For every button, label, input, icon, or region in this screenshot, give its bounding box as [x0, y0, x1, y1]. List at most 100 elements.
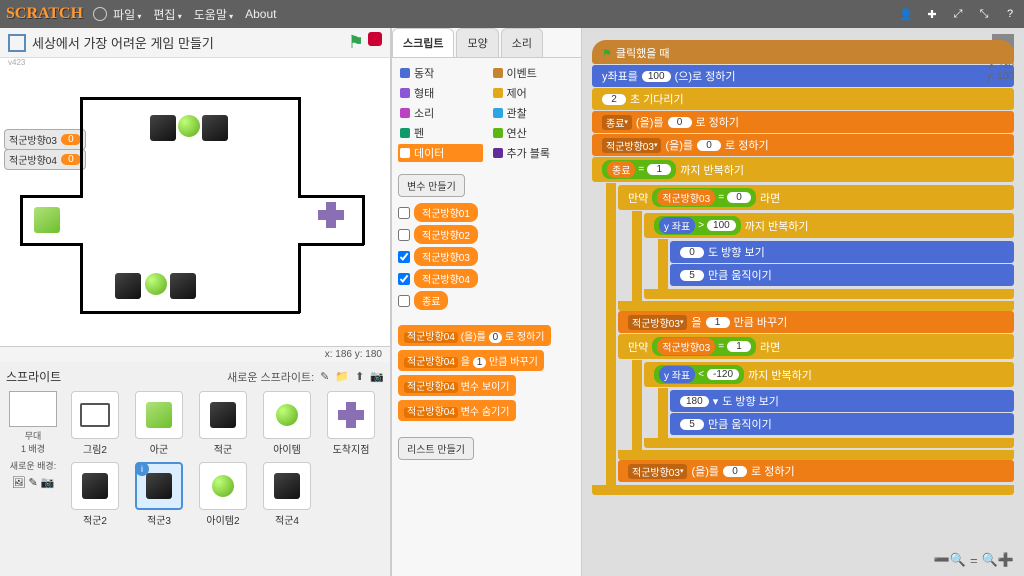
sprite-thumb[interactable]: 적군2: [66, 462, 124, 527]
stage-enemy: [202, 115, 228, 141]
menu-edit[interactable]: 편집: [153, 6, 181, 23]
zoom-out-icon[interactable]: ➖🔍: [934, 552, 966, 568]
stage-goal: [318, 202, 344, 228]
shrink-icon[interactable]: ⤡: [976, 6, 992, 22]
upload-icon[interactable]: ⬆: [355, 370, 364, 383]
sprite-thumb[interactable]: 적군: [194, 391, 252, 456]
palette-block[interactable]: 적군방향04 변수 숨기기: [398, 400, 516, 421]
green-flag-icon[interactable]: ⚑: [348, 32, 364, 53]
project-title: 세상에서 가장 어려운 게임 만들기: [32, 33, 348, 52]
info-icon[interactable]: i: [135, 462, 149, 476]
sprite-thumb[interactable]: 도착지점: [322, 391, 380, 456]
backdrop-upload-icon[interactable]: 📷: [41, 476, 55, 489]
cat-motion[interactable]: 동작: [398, 64, 483, 82]
block-categories: 동작 이벤트 형태 제어 소리 관찰 펜 연산 데이터 추가 블록: [392, 58, 581, 168]
zoom-controls: ➖🔍 = 🔍➕: [934, 552, 1014, 568]
globe-icon[interactable]: [93, 7, 107, 21]
new-backdrop-label: 새로운 배경:: [10, 459, 56, 472]
stage-enemy: [170, 273, 196, 299]
menu-file[interactable]: 파일: [113, 6, 141, 23]
sprite-thumb-selected[interactable]: i적군3: [130, 462, 188, 527]
var-checkbox[interactable]: [398, 207, 410, 219]
palette-block[interactable]: 적군방향04 을 1 만큼 바꾸기: [398, 350, 544, 371]
new-sprite-label: 새로운 스프라이트: ✎ 📁 ⬆ 📷: [227, 369, 384, 385]
paintbrush-icon[interactable]: ✎: [320, 370, 329, 383]
sprite-thumb[interactable]: 그림2: [66, 391, 124, 456]
sprite-thumb[interactable]: 적군4: [258, 462, 316, 527]
sprite-thumb[interactable]: 아이템2: [194, 462, 252, 527]
var-item[interactable]: 적군방향03: [398, 247, 575, 266]
palette-block[interactable]: 적군방향04 (을)를 0 로 정하기: [398, 325, 551, 346]
sprite-panel: 스프라이트 새로운 스프라이트: ✎ 📁 ⬆ 📷 무대 1 배경 새로운 배: [0, 362, 390, 576]
stamp-icon[interactable]: ✚: [924, 6, 940, 22]
scratch-logo[interactable]: SCRATCH: [6, 5, 83, 23]
sprite-thumb[interactable]: 아이템: [258, 391, 316, 456]
repeat-until-block[interactable]: 종료=1까지 반복하기 만약적군방향03=0라면 y 좌표>100까지 반복하기…: [592, 157, 1014, 495]
data-block[interactable]: 적군방향03을1만큼 바꾸기: [618, 311, 1014, 333]
tab-costumes[interactable]: 모양: [456, 28, 498, 57]
stage-enemy: [115, 273, 141, 299]
cat-control[interactable]: 제어: [491, 84, 576, 102]
menu-help[interactable]: 도움말: [194, 6, 233, 23]
var-checkbox[interactable]: [398, 229, 410, 241]
data-block[interactable]: 종료(을)를0로 정하기: [592, 111, 1014, 133]
stage-enemy: [150, 115, 176, 141]
var-item[interactable]: 적군방향01: [398, 203, 575, 222]
stage-thumbnail[interactable]: 무대 1 배경: [6, 391, 60, 455]
motion-block[interactable]: 0도 방향 보기: [670, 241, 1014, 263]
fullscreen-icon[interactable]: [8, 34, 26, 52]
stop-icon[interactable]: [368, 32, 382, 46]
if-block[interactable]: 만약적군방향03=0라면 y 좌표>100까지 반복하기 0도 방향 보기 5만…: [618, 185, 1014, 311]
repeat-until-block[interactable]: y 좌표>100까지 반복하기 0도 방향 보기 5만큼 움직이기: [644, 213, 1014, 299]
folder-icon[interactable]: 📁: [335, 370, 349, 383]
var-checkbox[interactable]: [398, 273, 410, 285]
block-stack[interactable]: ⚑클릭했을 때 y좌표를100(으)로 정하기 2초 기다리기 종료(을)를0로…: [592, 40, 1014, 495]
motion-block[interactable]: 180▾도 방향 보기: [670, 390, 1014, 412]
block-palette: 변수 만들기 적군방향01 적군방향02 적군방향03 적군방향04 종료 적군…: [392, 168, 581, 576]
data-block[interactable]: 적군방향03(을)를0로 정하기: [592, 134, 1014, 156]
zoom-reset-icon[interactable]: =: [970, 553, 978, 568]
stage-player: [34, 207, 60, 233]
sprites-label: 스프라이트: [6, 368, 227, 385]
cat-more[interactable]: 추가 블록: [491, 144, 576, 162]
cat-operators[interactable]: 연산: [491, 124, 576, 142]
stage-area[interactable]: 적군방향030 적군방향040: [0, 67, 390, 347]
zoom-in-icon[interactable]: 🔍➕: [982, 552, 1014, 568]
help-icon[interactable]: ?: [1002, 6, 1018, 22]
palette-block[interactable]: 적군방향04 변수 보이기: [398, 375, 516, 396]
sprite-thumb[interactable]: 아군: [130, 391, 188, 456]
grow-icon[interactable]: ⤢: [950, 6, 966, 22]
make-list-button[interactable]: 리스트 만들기: [398, 437, 474, 460]
cat-looks[interactable]: 형태: [398, 84, 483, 102]
motion-block[interactable]: 5만큼 움직이기: [670, 264, 1014, 286]
event-hat-block[interactable]: ⚑클릭했을 때: [592, 40, 1014, 64]
var-checkbox[interactable]: [398, 251, 410, 263]
control-block[interactable]: 2초 기다리기: [592, 88, 1014, 110]
var-item[interactable]: 종료: [398, 291, 575, 310]
make-variable-button[interactable]: 변수 만들기: [398, 174, 465, 197]
if-block[interactable]: 만약적군방향03=1라면 y 좌표<-120까지 반복하기 180▾도 방향 보…: [618, 334, 1014, 460]
backdrop-paint-icon[interactable]: ✎: [29, 476, 38, 489]
cat-events[interactable]: 이벤트: [491, 64, 576, 82]
version-label: v423: [0, 58, 390, 67]
motion-block[interactable]: y좌표를100(으)로 정하기: [592, 65, 1014, 87]
user-icon[interactable]: 👤: [898, 6, 914, 22]
script-area[interactable]: x: -30 y: 100 ⚑클릭했을 때 y좌표를100(으)로 정하기 2초…: [582, 28, 1024, 576]
editor-tabs: 스크립트 모양 소리: [392, 28, 581, 58]
repeat-until-block[interactable]: y 좌표<-120까지 반복하기 180▾도 방향 보기 5만큼 움직이기: [644, 362, 1014, 448]
tab-sounds[interactable]: 소리: [501, 28, 543, 57]
backdrop-lib-icon[interactable]: 🖼: [12, 476, 26, 489]
cat-sound[interactable]: 소리: [398, 104, 483, 122]
tab-scripts[interactable]: 스크립트: [392, 28, 454, 57]
var-item[interactable]: 적군방향04: [398, 269, 575, 288]
cat-data[interactable]: 데이터: [398, 144, 483, 162]
cat-pen[interactable]: 펜: [398, 124, 483, 142]
var-checkbox[interactable]: [398, 295, 410, 307]
cat-sensing[interactable]: 관찰: [491, 104, 576, 122]
camera-icon[interactable]: 📷: [370, 370, 384, 383]
stage-var-2: 적군방향040: [4, 149, 86, 170]
data-block[interactable]: 적군방향03(을)를0로 정하기: [618, 460, 1014, 482]
menu-about[interactable]: About: [245, 7, 276, 21]
var-item[interactable]: 적군방향02: [398, 225, 575, 244]
motion-block[interactable]: 5만큼 움직이기: [670, 413, 1014, 435]
